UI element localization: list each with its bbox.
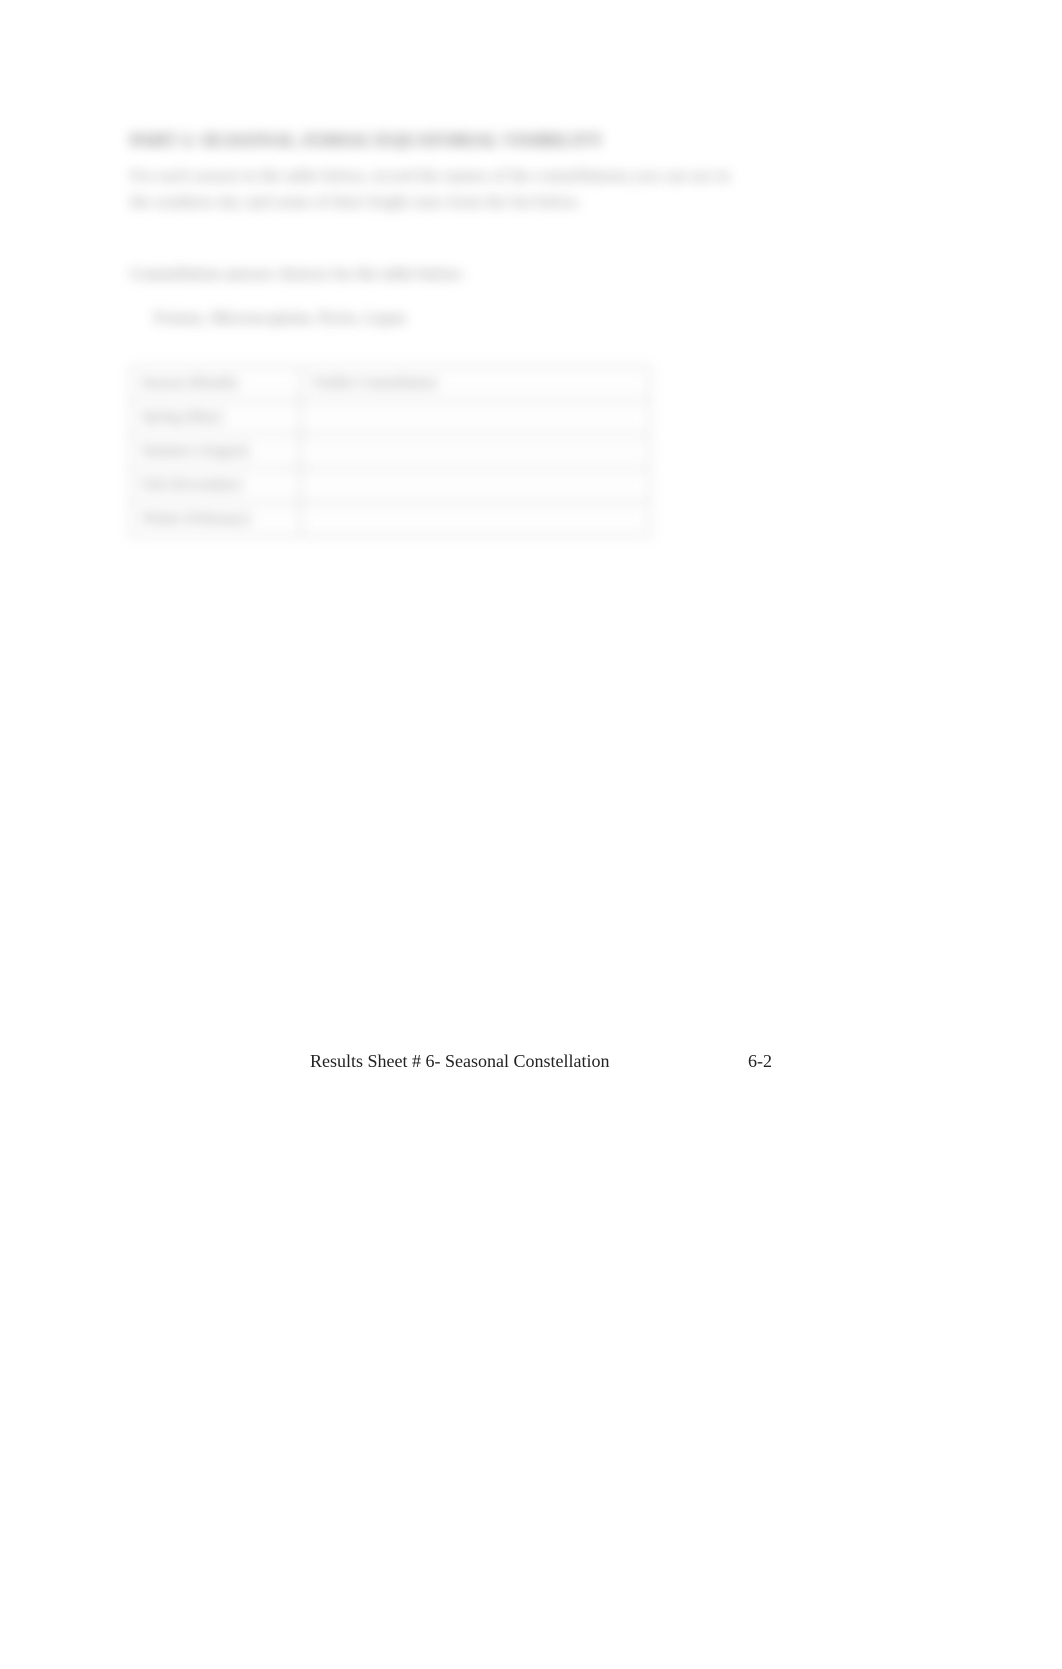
season-cell: Summer (August) — [131, 435, 301, 469]
document-page: PART 2: SEASONAL ZODIAC/EQUATORIAL VISIB… — [0, 0, 1062, 1669]
table-header-right: Visible Constellation — [300, 367, 649, 401]
constellation-cell — [300, 401, 649, 435]
constellation-cell — [300, 469, 649, 503]
footer-title: Results Sheet # 6- Seasonal Constellatio… — [310, 1051, 609, 1072]
instruction-text: For each season in the table below, reco… — [130, 163, 750, 214]
page-footer: Results Sheet # 6- Seasonal Constellatio… — [0, 1051, 1062, 1072]
season-cell: Fall (November) — [131, 469, 301, 503]
constellation-cell — [300, 503, 649, 537]
table-row: Summer (August) — [131, 435, 650, 469]
table-header-left: Season (Month) — [131, 367, 301, 401]
table-header-row: Season (Month) Visible Constellation — [131, 367, 650, 401]
constellation-cell — [300, 435, 649, 469]
footer-page-number: 6-2 — [748, 1051, 772, 1072]
season-cell: Winter (February) — [131, 503, 301, 537]
table-row: Spring (May) — [131, 401, 650, 435]
table-row: Fall (November) — [131, 469, 650, 503]
part-heading: PART 2: SEASONAL ZODIAC/EQUATORIAL VISIB… — [130, 130, 932, 151]
season-cell: Spring (May) — [131, 401, 301, 435]
choices-list: Fornax, Microscopium, Pyxis, Lepus — [154, 308, 932, 328]
blurred-content-region: PART 2: SEASONAL ZODIAC/EQUATORIAL VISIB… — [130, 130, 932, 537]
seasonal-table: Season (Month) Visible Constellation Spr… — [130, 366, 650, 537]
choices-heading: Constellation answer choices for the tab… — [130, 264, 932, 284]
table-row: Winter (February) — [131, 503, 650, 537]
